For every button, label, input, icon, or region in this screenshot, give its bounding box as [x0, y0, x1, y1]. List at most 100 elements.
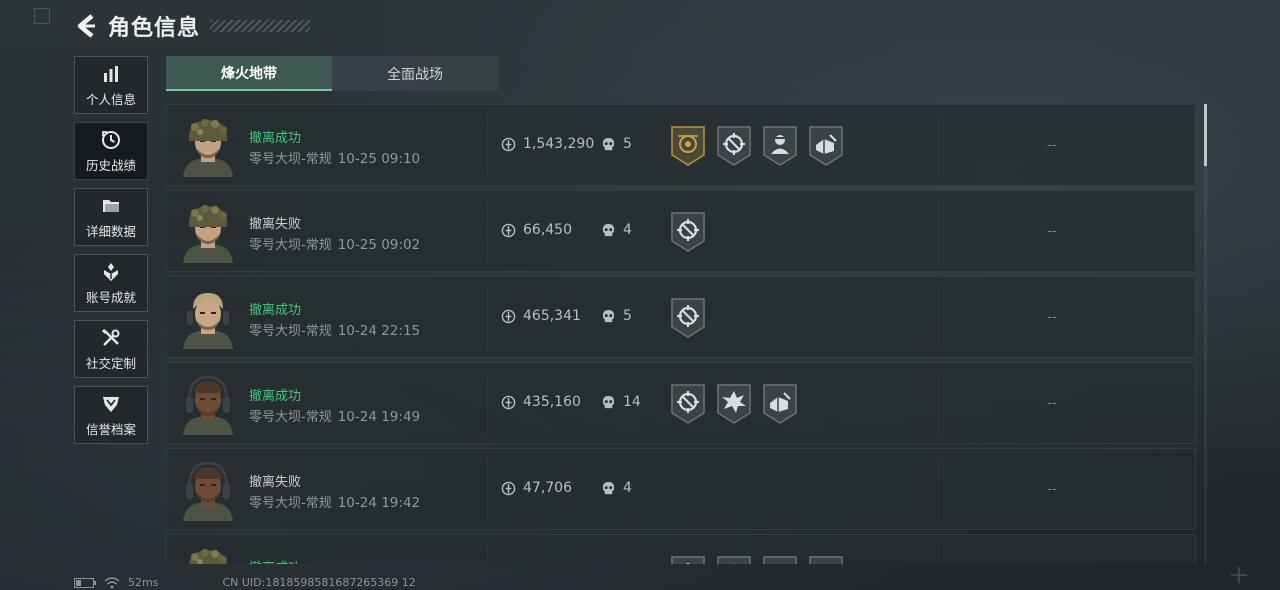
operator-avatar — [179, 115, 237, 177]
kill-count-text: 5 — [623, 136, 632, 152]
loot-value: 47,706 — [501, 480, 572, 496]
sidebar-item-4[interactable]: 社交定制 — [74, 320, 148, 378]
kill-count-text: 14 — [623, 394, 641, 410]
explosion-badge-icon[interactable] — [716, 555, 752, 564]
kill-count: 4 — [601, 222, 632, 238]
loot-value-text: 465,341 — [523, 308, 581, 324]
crosshair-badge-icon[interactable] — [716, 125, 752, 167]
tab-1[interactable]: 全面战场 — [332, 56, 498, 91]
loot-value: 66,450 — [501, 222, 572, 238]
match-record-row[interactable]: 撤离成功零号大坝-常规 10-25 09:10 1,543,290 5 -- — [166, 104, 1196, 186]
divider — [938, 373, 939, 435]
operator-badge-icon[interactable] — [762, 555, 798, 564]
kill-count-text: 4 — [623, 222, 632, 238]
operator-badge-icon[interactable] — [762, 125, 798, 167]
divider — [938, 459, 939, 521]
loot-value: 1,543,290 — [501, 136, 594, 152]
extra-value: -- — [1047, 482, 1057, 497]
cargo-badge-icon[interactable] — [808, 555, 844, 564]
crosshair-badge-icon[interactable] — [670, 297, 706, 339]
match-record-row[interactable]: 撤离失败 零号大坝-常规 10-24 19:42 47,706 4 -- — [166, 448, 1196, 530]
trophy-icon — [100, 261, 122, 283]
map-name: 零号大坝-常规 — [249, 410, 332, 425]
extraction-status: 撤离成功 — [249, 131, 302, 146]
map-and-time: 零号大坝-常规 10-25 09:10 — [249, 148, 420, 167]
crosshair-badge-icon[interactable] — [670, 383, 706, 425]
operator-avatar — [179, 459, 237, 521]
scrollbar[interactable] — [1204, 104, 1207, 564]
skull-icon — [601, 481, 623, 496]
kill-count: 5 — [601, 136, 632, 152]
back-button[interactable] — [72, 11, 102, 41]
coin-icon — [501, 481, 523, 496]
operator-avatar — [179, 373, 237, 435]
badge-list — [670, 211, 716, 253]
skull-icon — [601, 395, 623, 410]
match-record-row[interactable]: 撤离失败 零号大坝-常规 10-25 09:02 66,450 4 -- — [166, 190, 1196, 272]
skull-icon — [601, 309, 623, 324]
map-name: 零号大坝-常规 — [249, 496, 332, 511]
badge-list — [670, 555, 854, 564]
coin-icon — [501, 309, 523, 324]
badge-list — [670, 383, 808, 425]
uid-text: CN UID:1818598581687265369 12 — [222, 576, 416, 589]
map-name: 零号大坝-常规 — [249, 324, 332, 339]
badge-list — [670, 125, 854, 167]
sidebar-item-1[interactable]: 历史战绩 — [74, 122, 148, 180]
bar-chart-icon — [100, 63, 122, 85]
sidebar-item-label: 社交定制 — [85, 355, 136, 371]
sidebar-item-0[interactable]: 个人信息 — [74, 56, 148, 114]
divider — [487, 545, 488, 564]
loot-value-text: 66,450 — [523, 222, 572, 238]
match-time: 10-25 09:10 — [337, 151, 421, 167]
extraction-status: 撤离成功 — [249, 557, 301, 564]
cargo-badge-icon[interactable] — [762, 383, 798, 425]
divider — [487, 201, 488, 263]
match-history-list[interactable]: 撤离成功 零号大坝-常规 10-25 09:10 1,543,290 5 -- 撤离失败 零号… — [166, 104, 1196, 564]
sidebar-item-label: 详细数据 — [85, 223, 136, 239]
map-and-time: 零号大坝-常规 10-24 22:15 — [249, 320, 420, 339]
operator-avatar — [179, 545, 237, 564]
extraction-status: 撤离失败 — [249, 217, 302, 232]
map-and-time: 零号大坝-常规 10-24 19:49 — [249, 406, 420, 425]
title-decoration — [210, 20, 310, 32]
match-time: 10-24 19:49 — [337, 409, 421, 425]
status-bar: 52ms CN UID:1818598581687265369 12 — [74, 576, 416, 589]
loot-value: 465,341 — [501, 308, 581, 324]
kill-count: 4 — [601, 480, 632, 496]
extra-value: -- — [1047, 396, 1057, 411]
coin-icon — [501, 137, 523, 152]
sidebar-item-3[interactable]: 账号成就 — [74, 254, 148, 312]
match-record-row[interactable]: 撤离成功 — [166, 534, 1196, 564]
gold-emblem-badge-icon[interactable] — [670, 125, 706, 167]
match-time: 10-24 19:42 — [337, 495, 421, 511]
plus-icon — [1231, 567, 1247, 583]
divider — [938, 201, 939, 263]
skull-icon — [601, 137, 623, 152]
tab-0[interactable]: 烽火地带 — [166, 56, 332, 91]
extra-value: -- — [1047, 310, 1057, 325]
sidebar: 个人信息历史战绩详细数据账号成就社交定制信誉档案 — [74, 56, 150, 452]
divider — [487, 459, 488, 521]
cargo-badge-icon[interactable] — [808, 125, 844, 167]
divider — [938, 287, 939, 349]
header: 角色信息 — [72, 8, 200, 44]
crosshair-badge-icon[interactable] — [670, 555, 706, 564]
crosshair-badge-icon[interactable] — [670, 211, 706, 253]
match-record-row[interactable]: 撤离成功 零号大坝-常规 10-24 19:49 435,160 14 -- — [166, 362, 1196, 444]
sidebar-item-2[interactable]: 详细数据 — [74, 188, 148, 246]
coin-icon — [501, 395, 523, 410]
divider — [487, 287, 488, 349]
divider — [487, 373, 488, 435]
clock-icon — [100, 129, 122, 151]
explosion-badge-icon[interactable] — [716, 383, 752, 425]
ping-text: 52ms — [128, 576, 159, 589]
match-record-row[interactable]: 撤离成功 零号大坝-常规 10-24 22:15 465,341 5 -- — [166, 276, 1196, 358]
map-name: 零号大坝-常规 — [249, 238, 332, 253]
extra-value: -- — [1047, 138, 1057, 153]
loot-value-text: 435,160 — [523, 394, 581, 410]
sidebar-item-5[interactable]: 信誉档案 — [74, 386, 148, 444]
sidebar-item-label: 个人信息 — [85, 91, 136, 107]
scrollbar-thumb[interactable] — [1204, 104, 1207, 166]
divider — [487, 115, 488, 177]
